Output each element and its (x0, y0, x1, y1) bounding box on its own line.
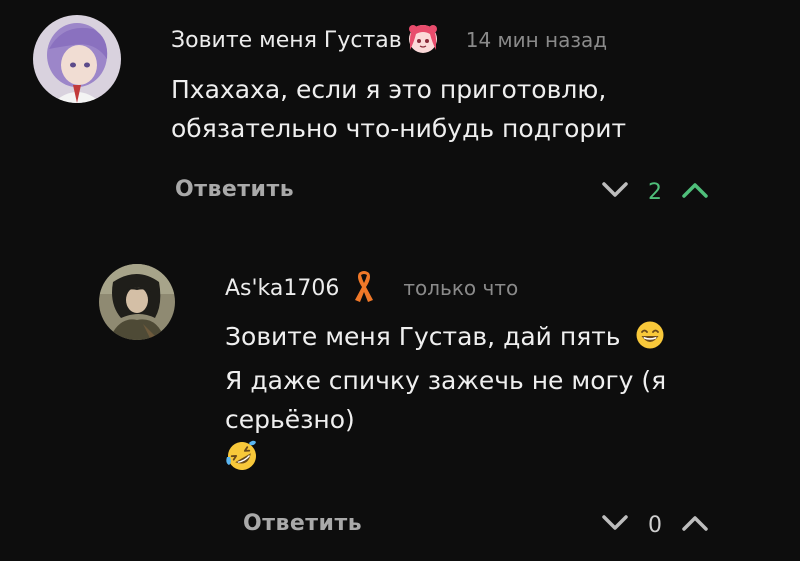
comment-meta: Зовите меня Густав 14 мин назад (171, 24, 607, 56)
comment-text-line: обязательно что-нибудь подгорит (171, 114, 627, 143)
comment-text-line: Пхахаха, если я это приготовлю, (171, 75, 607, 104)
downvote-chevron-down-icon[interactable] (600, 180, 630, 204)
vote-controls: 2 (600, 176, 710, 208)
reply-button[interactable]: Ответить (243, 511, 362, 536)
emoji-line (225, 439, 666, 484)
comment-meta: As'ka1706 только что (225, 269, 519, 307)
comment-body: Пхахаха, если я это приготовлю, обязател… (171, 70, 626, 148)
timestamp: только что (403, 276, 519, 300)
avatar[interactable] (33, 15, 121, 103)
comment-text-line: Я даже спичку зажечь не могу (я (225, 366, 667, 395)
username[interactable]: As'ka1706 (225, 276, 339, 301)
comment-body: Зовите меня Густав, дай пять Я даже спич… (225, 317, 666, 484)
upvote-chevron-up-icon[interactable] (680, 513, 710, 537)
anime-girl-badge-icon (406, 22, 440, 58)
comment-text: Зовите меня Густав, дай пять (225, 322, 621, 351)
vote-controls: 0 (600, 509, 710, 541)
vote-score: 2 (648, 179, 662, 205)
rolling-on-floor-laughing-emoji (225, 439, 259, 484)
username[interactable]: Зовите меня Густав (171, 28, 402, 53)
comment-text-line: серьёзно) (225, 405, 355, 434)
downvote-chevron-down-icon[interactable] (600, 513, 630, 537)
reply-button[interactable]: Ответить (175, 177, 294, 202)
avatar[interactable] (99, 264, 175, 340)
vote-score: 0 (648, 512, 662, 538)
comment-text-line: Зовите меня Густав, дай пять (225, 317, 666, 361)
awareness-ribbon-icon (351, 269, 377, 307)
timestamp: 14 мин назад (465, 28, 608, 52)
grinning-face-emoji (635, 320, 665, 361)
upvote-chevron-up-icon[interactable] (680, 180, 710, 204)
